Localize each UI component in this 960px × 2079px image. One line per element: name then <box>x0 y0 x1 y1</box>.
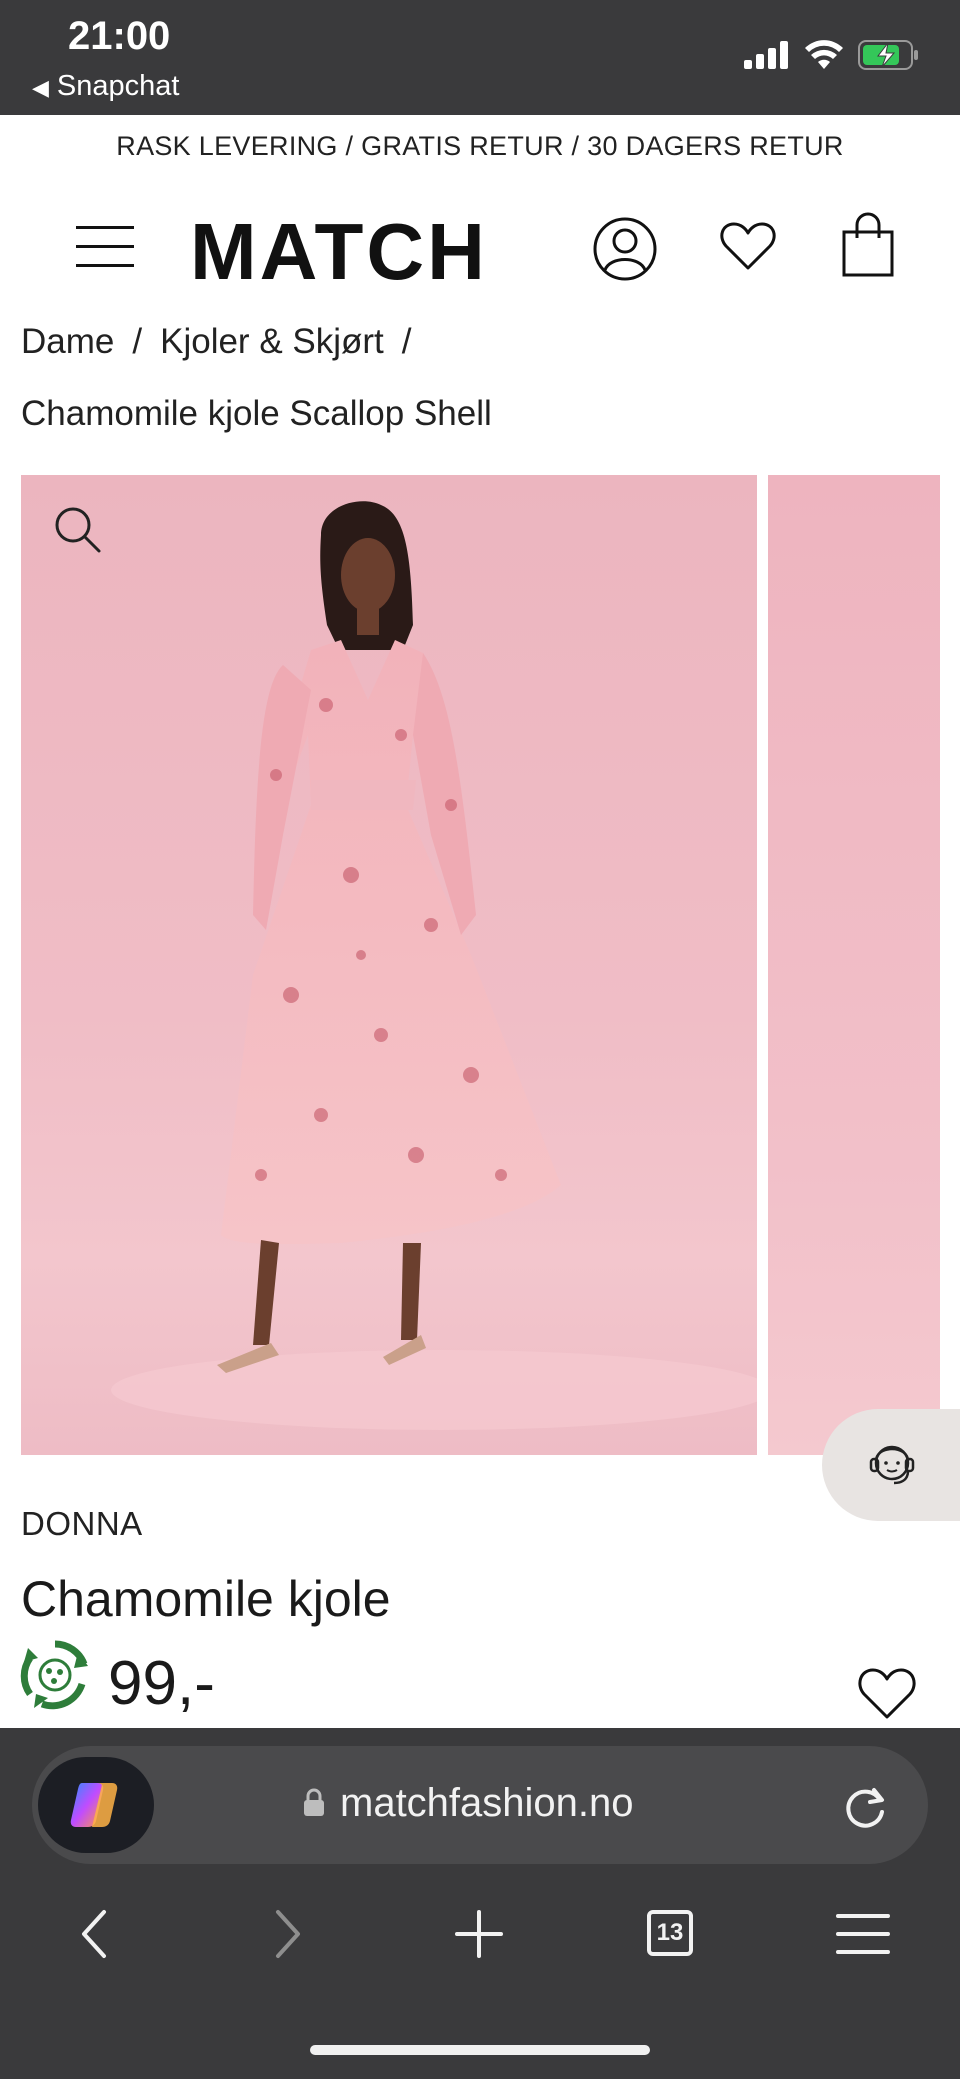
breadcrumb: Dame / Kjoler & Skjørt / <box>21 322 430 362</box>
back-to-app-link[interactable]: ◀ Snapchat <box>32 70 179 103</box>
wifi-icon <box>805 40 843 69</box>
site-header: MATCH <box>0 200 960 305</box>
home-indicator[interactable] <box>310 2045 650 2055</box>
menu-icon[interactable] <box>76 224 134 268</box>
recycle-badge-icon <box>20 1640 88 1710</box>
breadcrumb-link-kjoler[interactable]: Kjoler & Skjørt <box>160 322 384 361</box>
product-image-main[interactable] <box>21 475 757 1455</box>
breadcrumb-link-dame[interactable]: Dame <box>21 322 114 361</box>
heart-icon[interactable] <box>856 1665 918 1721</box>
battery-charging-icon <box>858 40 918 70</box>
menu-icon[interactable] <box>836 1912 890 1956</box>
search-icon[interactable] <box>53 505 103 555</box>
shopping-bag-icon[interactable] <box>840 212 896 278</box>
back-icon[interactable] <box>76 1906 112 1962</box>
site-logo[interactable]: MATCH <box>190 212 488 292</box>
back-triangle-icon: ◀ <box>32 75 49 100</box>
browser-chrome: matchfashion.no 13 <box>0 1728 960 2079</box>
status-icons <box>744 40 920 70</box>
account-icon[interactable] <box>592 216 658 282</box>
status-bar: 21:00 ◀ Snapchat <box>0 0 960 115</box>
tabs-button[interactable]: 13 <box>647 1910 693 1956</box>
product-name: Chamomile kjole <box>21 1571 391 1627</box>
promo-banner: RASK LEVERING / GRATIS RETUR / 30 DAGERS… <box>116 131 844 161</box>
address-bar[interactable]: matchfashion.no <box>32 1746 928 1864</box>
breadcrumb-current: Chamomile kjole Scallop Shell <box>21 394 492 433</box>
product-photo <box>111 501 757 1430</box>
forward-icon[interactable] <box>270 1906 306 1962</box>
cellular-signal-icon <box>744 41 788 69</box>
product-brand[interactable]: DONNA <box>21 1505 143 1543</box>
support-chat-button[interactable] <box>822 1409 960 1521</box>
lock-icon <box>304 1788 324 1816</box>
back-app-label: Snapchat <box>56 70 180 102</box>
browser-toolbar: 13 <box>0 1876 960 1996</box>
status-time: 21:00 <box>68 14 171 58</box>
product-price: 99,- <box>108 1649 215 1718</box>
breadcrumb-separator: / <box>132 322 143 361</box>
copilot-button[interactable] <box>38 1757 154 1853</box>
product-image-next[interactable] <box>768 475 940 1455</box>
copilot-icon <box>70 1783 118 1827</box>
new-tab-icon[interactable] <box>454 1906 504 1962</box>
customer-support-icon <box>869 1445 915 1485</box>
url-text[interactable]: matchfashion.no <box>340 1781 634 1826</box>
breadcrumb-separator: / <box>401 322 412 361</box>
tab-count: 13 <box>656 1919 684 1946</box>
reload-icon[interactable] <box>840 1782 890 1832</box>
wishlist-icon[interactable] <box>718 216 778 276</box>
